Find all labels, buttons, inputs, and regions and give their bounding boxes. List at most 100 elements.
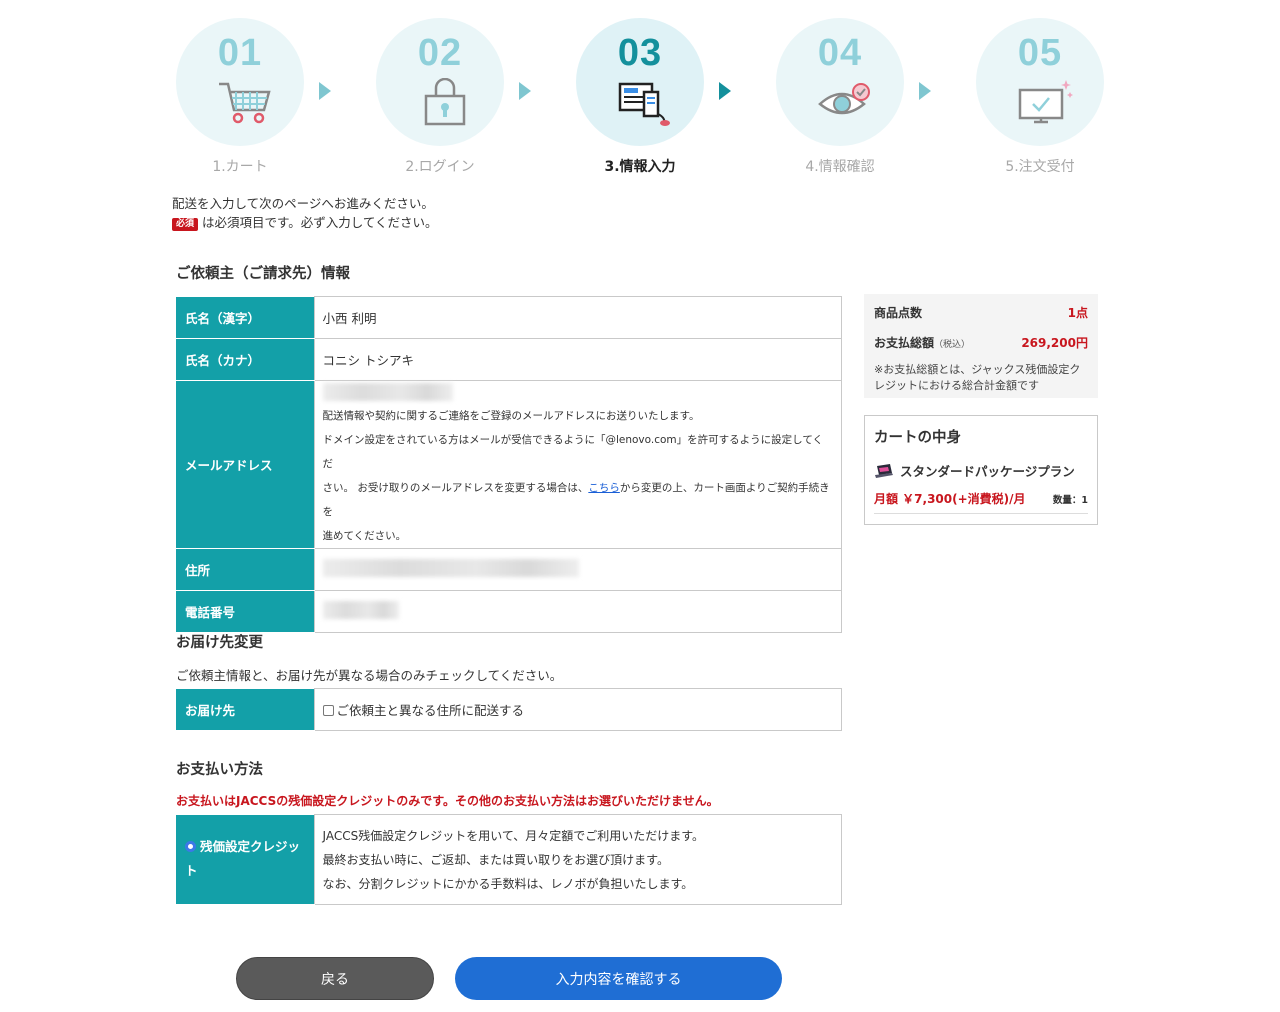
- intro-required-text: は必須項目です。必ず入力してください。: [202, 215, 438, 230]
- different-address-option[interactable]: ご依頼主と異なる住所に配送する: [322, 703, 525, 718]
- item-count-value: 1点: [1067, 306, 1088, 320]
- name-kana-value: コニシ トシアキ: [313, 338, 842, 381]
- monitor-check-icon: [1018, 80, 1073, 124]
- computer-form-icon: [618, 82, 670, 126]
- payment-desc-line: JACCS残価設定クレジットを用いて、月々定額でご利用いただけます。: [322, 828, 705, 843]
- payment-table: 残価設定クレジッ ト JACCS残価設定クレジットを用いて、月々定額でご利用いた…: [176, 814, 842, 905]
- cart-price-row: 月額 ￥7,300(+消費税)/月 数量：1: [874, 490, 1088, 514]
- phone-value-redacted: [322, 601, 399, 619]
- laptop-icon: [875, 463, 893, 478]
- delivery-table: お届け先 ご依頼主と異なる住所に配送する: [176, 688, 842, 731]
- eye-check-icon: [818, 83, 870, 115]
- email-note-line: さい。 お受け取りのメールアドレスを変更する場合は、こちらから変更の上、カート画…: [323, 476, 834, 524]
- step-label: 5.注文受付: [1005, 159, 1075, 175]
- item-count-label: 商品点数: [874, 306, 923, 320]
- email-value-redacted: [322, 383, 453, 401]
- table-row: 住所: [176, 548, 842, 591]
- phone-cell: [313, 590, 842, 633]
- step-login: 02 2.ログイン: [376, 18, 504, 176]
- table-row: 電話番号: [176, 590, 842, 633]
- total-row: お支払総額（税込） 269,200円: [874, 334, 1088, 351]
- table-row: メールアドレス 配送情報や契約に関するご連絡をご登録のメールアドレスにお送りいた…: [176, 380, 842, 549]
- cart-item: スタンダードパッケージプラン: [874, 461, 1088, 480]
- step-number: 04: [817, 32, 863, 74]
- table-row: 氏名（漢字） 小西 利明: [176, 296, 842, 339]
- delivery-label: お届け先: [176, 688, 314, 731]
- residual-credit-radio[interactable]: [185, 841, 196, 853]
- email-note-line: 進めてください。: [322, 530, 407, 542]
- step-label: 1.カート: [212, 159, 268, 175]
- progress-steps: 01 1.カート 02 2.ログイン 03 3.情報入力 04 4.情報確認 0…: [176, 18, 1104, 178]
- payment-option-label: ト: [185, 863, 198, 879]
- step-number: 03: [617, 32, 663, 74]
- email-label: メールアドレス: [176, 380, 314, 549]
- confirm-input-button[interactable]: 入力内容を確認する: [455, 957, 782, 1000]
- table-row: 氏名（カナ） コニシ トシアキ: [176, 338, 842, 381]
- payment-option-label: 残価設定クレジッ: [200, 839, 301, 855]
- step-circle: 03: [576, 18, 704, 146]
- name-kanji-label: 氏名（漢字）: [176, 296, 314, 339]
- cart-item-qty: 数量：1: [1052, 495, 1088, 506]
- phone-label: 電話番号: [176, 590, 314, 633]
- total-fine-print: ※お支払総額とは、ジャックス残価設定クレジットにおける総合計金額です: [874, 363, 1081, 392]
- different-address-checkbox[interactable]: [322, 705, 334, 716]
- payment-description: JACCS残価設定クレジットを用いて、月々定額でご利用いただけます。 最終お支払…: [313, 814, 842, 905]
- step-number: 05: [1017, 32, 1063, 74]
- step-cart: 01 1.カート: [176, 18, 304, 176]
- step-circle: 01: [176, 18, 304, 146]
- table-row: お届け先 ご依頼主と異なる住所に配送する: [176, 688, 842, 731]
- different-address-label: ご依頼主と異なる住所に配送する: [336, 703, 525, 718]
- payment-option[interactable]: 残価設定クレジッ ト: [176, 814, 314, 905]
- address-value-redacted: [322, 559, 579, 577]
- step-order-received: 05 5.注文受付: [976, 18, 1104, 176]
- step-circle: 05: [976, 18, 1104, 146]
- step-info-confirm: 04 4.情報確認: [776, 18, 904, 176]
- cart-item-name: スタンダードパッケージプラン: [900, 464, 1075, 479]
- step-label: 4.情報確認: [805, 159, 875, 175]
- email-note-text: さい。 お受け取りのメールアドレスを変更する場合は、: [322, 482, 589, 494]
- step-circle: 04: [776, 18, 904, 146]
- intro-text: 配送を入力して次のページへお進みください。 必須 は必須項目です。必ず入力してくだ…: [172, 194, 438, 232]
- requester-table: 氏名（漢字） 小西 利明 氏名（カナ） コニシ トシアキ メールアドレス 配送情…: [176, 296, 842, 633]
- lock-icon: [424, 78, 466, 126]
- total-label: お支払総額: [874, 336, 935, 350]
- step-circle: 02: [376, 18, 504, 146]
- delivery-note: ご依頼主情報と、お届け先が異なる場合のみチェックしてください。: [176, 668, 563, 683]
- step-label: 3.情報入力: [604, 159, 676, 175]
- cart-item-price: 月額 ￥7,300(+消費税)/月: [874, 492, 1026, 506]
- cart-contents: カートの中身 スタンダードパッケージプラン 月額 ￥7,300(+消費税)/月 …: [864, 415, 1098, 525]
- address-label: 住所: [176, 548, 314, 591]
- total-value: 269,200円: [1021, 336, 1088, 350]
- step-arrow-icon: [919, 82, 931, 100]
- name-kanji-value: 小西 利明: [313, 296, 842, 339]
- email-cell: 配送情報や契約に関するご連絡をご登録のメールアドレスにお送りいたします。 ドメイ…: [313, 380, 842, 549]
- step-label: 2.ログイン: [405, 159, 475, 175]
- email-note: 配送情報や契約に関するご連絡をご登録のメールアドレスにお送りいたします。 ドメイ…: [323, 404, 834, 548]
- table-row: 残価設定クレジッ ト JACCS残価設定クレジットを用いて、月々定額でご利用いた…: [176, 814, 842, 905]
- cart-title: カートの中身: [874, 430, 961, 446]
- cart-icon: [219, 82, 271, 124]
- email-note-line: ドメイン設定をされている方はメールが受信できるように「@lenovo.com」を…: [322, 434, 824, 470]
- delivery-section-title: お届け先変更: [176, 635, 263, 651]
- name-kana-label: 氏名（カナ）: [176, 338, 314, 381]
- back-button[interactable]: 戻る: [236, 957, 434, 1000]
- step-arrow-icon: [519, 82, 531, 100]
- order-summary: 商品点数 1点 お支払総額（税込） 269,200円 ※お支払総額とは、ジャック…: [864, 294, 1098, 398]
- total-tax-note: （税込）: [934, 340, 971, 350]
- step-arrow-icon: [719, 82, 731, 100]
- payment-desc-line: なお、分割クレジットにかかる手数料は、レノボが負担いたします。: [322, 876, 694, 891]
- requester-section-title: ご依頼主（ご請求先）情報: [176, 266, 350, 282]
- required-badge: 必須: [172, 218, 199, 231]
- step-info-input: 03 3.情報入力: [576, 18, 704, 176]
- step-number: 01: [217, 32, 263, 74]
- change-email-link[interactable]: こちら: [588, 482, 620, 494]
- payment-desc-line: 最終お支払い時に、ご返却、または買い取りをお選び頂けます。: [322, 852, 669, 867]
- delivery-cell: ご依頼主と異なる住所に配送する: [313, 688, 842, 731]
- item-count-row: 商品点数 1点: [874, 304, 1088, 321]
- intro-required-line: 必須 は必須項目です。必ず入力してください。: [172, 213, 438, 232]
- payment-section-title: お支払い方法: [176, 762, 263, 778]
- payment-warning: お支払いはJACCSの残価設定クレジットのみです。その他のお支払い方法はお選びい…: [176, 794, 719, 808]
- step-arrow-icon: [319, 82, 331, 100]
- address-cell: [313, 548, 842, 591]
- email-note-line: 配送情報や契約に関するご連絡をご登録のメールアドレスにお送りいたします。: [322, 410, 700, 422]
